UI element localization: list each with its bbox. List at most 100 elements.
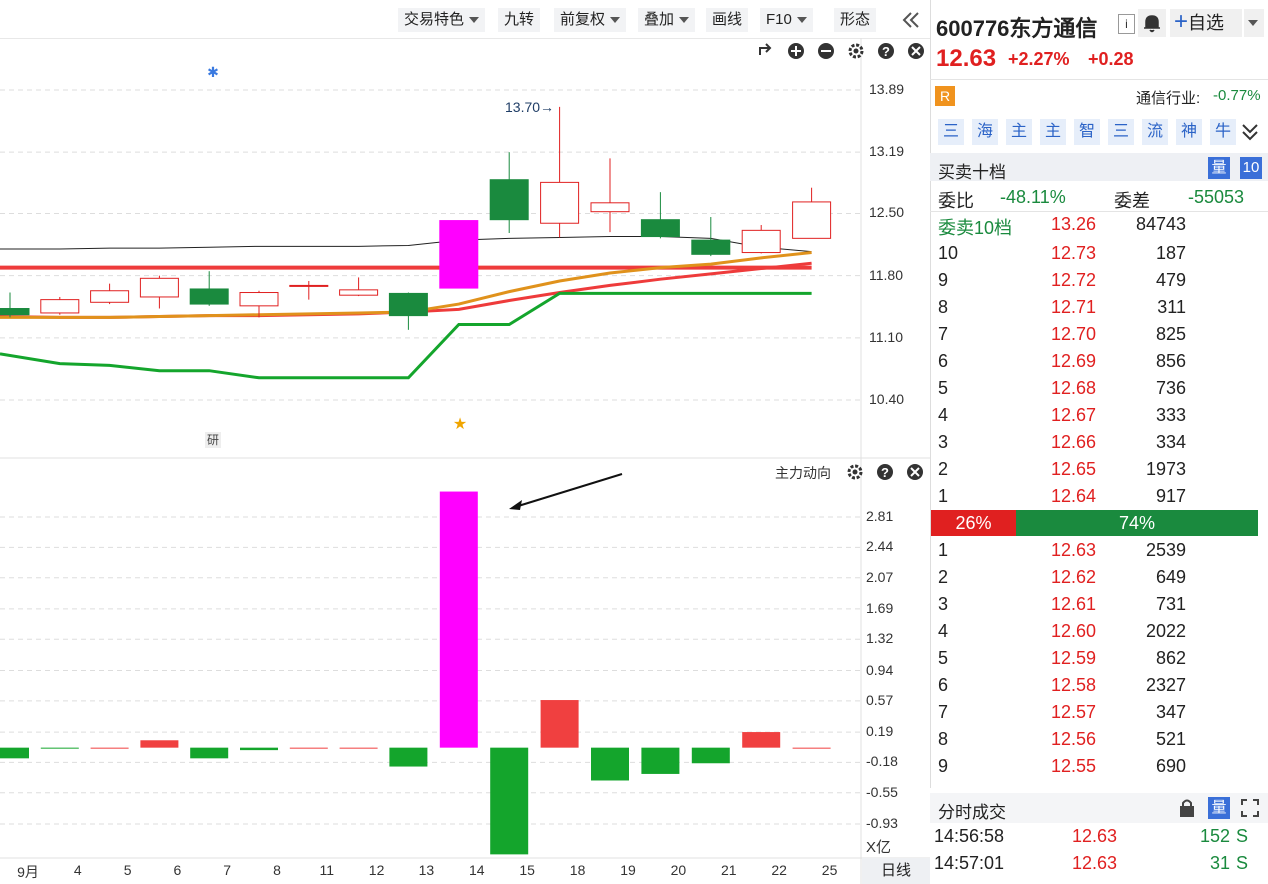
orderbook-px: 12.56	[1051, 729, 1097, 749]
bell-icon[interactable]	[1138, 9, 1166, 37]
x-tick-label: 25	[821, 862, 838, 878]
research-badge[interactable]: 研	[205, 432, 221, 448]
flow-bar	[490, 747, 529, 855]
orderbook-row[interactable]: 4 12.60 2022	[938, 618, 1258, 645]
flow-bar	[792, 747, 831, 749]
r-badge[interactable]: R	[935, 86, 955, 106]
feature-tab[interactable]: 主	[1006, 119, 1032, 145]
orderbook-px: 12.72	[1051, 270, 1097, 290]
feature-tab[interactable]: 三	[1108, 119, 1134, 145]
industry-label[interactable]: 通信行业:	[1136, 87, 1200, 108]
trades-title: 分时成交	[938, 803, 1006, 822]
x-tick-label: 5	[123, 862, 132, 878]
orderbook-lvl: 2	[938, 567, 949, 587]
feature-tab[interactable]: 神	[1176, 119, 1202, 145]
orderbook-row[interactable]: 5 12.68 736	[938, 375, 1258, 402]
trades-volume-button[interactable]: 量	[1208, 797, 1230, 819]
feature-tab[interactable]: 海	[972, 119, 998, 145]
candle-body	[0, 308, 30, 316]
sell10-label: 委卖10档	[938, 218, 1013, 238]
orderbook-row[interactable]: 6 12.58 2327	[938, 672, 1258, 699]
feature-tab[interactable]: 主	[1040, 119, 1066, 145]
toolbar-item-0[interactable]: 交易特色	[398, 8, 486, 32]
toolbar-item-6[interactable]: 形态	[834, 8, 877, 32]
price-tick-label: 10.40	[869, 391, 905, 407]
orderbook-vol: 187	[1155, 243, 1186, 263]
x-tick-label: 22	[771, 862, 787, 878]
orderbook-px: 12.60	[1051, 621, 1097, 641]
toolbar-item-4[interactable]: 画线	[706, 8, 749, 32]
orderbook-vol: 917	[1155, 486, 1186, 506]
orderbook-row[interactable]: 4 12.67 333	[938, 402, 1258, 429]
flow-tick-label: 0.19	[866, 723, 894, 740]
indicator-controls: ?	[845, 462, 927, 482]
ratio-value: -48.11%	[1000, 187, 1066, 207]
toolbar-item-2[interactable]: 前复权	[554, 8, 627, 32]
orderbook-row[interactable]: 8 12.71 311	[938, 294, 1258, 321]
price-tick-label: 11.10	[869, 328, 903, 345]
feature-tab[interactable]: 流	[1142, 119, 1168, 145]
flow-tick-label: -0.93	[866, 815, 898, 831]
orderbook-px: 12.71	[1051, 297, 1097, 317]
orderbook-row[interactable]: 5 12.59 862	[938, 645, 1258, 672]
divider	[930, 211, 1268, 212]
toolbar-item-5[interactable]: F10	[760, 8, 813, 32]
high-price-annotation: 13.70→	[505, 99, 555, 115]
orderbook-row[interactable]: 1 12.64 917	[938, 483, 1258, 510]
orderbook-vol: 862	[1155, 648, 1186, 668]
orderbook-row[interactable]: 3 12.61 731	[938, 591, 1258, 618]
x-tick-label: 4	[73, 862, 82, 878]
chevron-double-down-icon[interactable]	[1238, 120, 1262, 144]
svg-text:?: ?	[882, 44, 890, 59]
orderbook-lvl: 3	[938, 594, 949, 614]
orderbook-vol: 521	[1155, 729, 1186, 749]
period-button[interactable]: 日线	[862, 858, 930, 884]
orderbook-px: 12.61	[1051, 594, 1097, 614]
trade-side: S	[1236, 853, 1249, 873]
toolbar-item-1[interactable]: 九转	[498, 8, 541, 32]
add-watchlist-button[interactable]: +自选	[1170, 9, 1242, 37]
watchlist-dropdown[interactable]	[1244, 9, 1264, 37]
orderbook-row[interactable]: 7 12.57 347	[938, 699, 1258, 726]
x-tick-label: 21	[721, 862, 737, 878]
orderbook-vol: 311	[1157, 297, 1186, 317]
orderbook-row[interactable]: 7 12.70 825	[938, 321, 1258, 348]
x-tick-label: 20	[670, 862, 687, 878]
orderbook-row[interactable]: 10 12.73 187	[938, 240, 1258, 267]
orderbook-row[interactable]: 2 12.65 1973	[938, 456, 1258, 483]
flow-bar	[289, 747, 328, 749]
volume-toggle-button[interactable]: 量	[1208, 157, 1230, 179]
orderbook-lvl: 9	[938, 756, 949, 776]
orderbook-row[interactable]: 6 12.69 856	[938, 348, 1258, 375]
orderbook-row[interactable]: 2 12.62 649	[938, 564, 1258, 591]
diff-value: -55053	[1188, 187, 1245, 207]
orderbook-title: 买卖十档	[938, 163, 1006, 182]
depth-toggle-button[interactable]: 10	[1240, 157, 1262, 179]
feature-tab[interactable]: 智	[1074, 119, 1100, 145]
orderbook-px: 12.68	[1051, 378, 1097, 398]
trade-time: 14:57:01	[934, 853, 1005, 873]
close-icon	[908, 43, 924, 59]
orderbook-row[interactable]: 1 12.63 2539	[938, 537, 1258, 564]
orderbook-lvl: 2	[938, 459, 949, 479]
double-chevron-left-icon[interactable]	[900, 8, 922, 32]
orderbook-row[interactable]: 9 12.72 479	[938, 267, 1258, 294]
orderbook-row[interactable]: 8 12.56 521	[938, 726, 1258, 753]
toolbar-item-3[interactable]: 叠加	[638, 8, 696, 32]
feature-tab[interactable]: 三	[938, 119, 964, 145]
feature-tab[interactable]: 牛	[1210, 119, 1236, 145]
orderbook-lvl: 6	[938, 675, 949, 695]
zoom-in-icon	[788, 43, 804, 59]
kline-chart[interactable]: ★✱	[0, 38, 930, 884]
orderbook-px: 12.66	[1051, 432, 1097, 452]
orderbook-row[interactable]: 9 12.55 690	[938, 753, 1258, 780]
last-price: 12.63	[936, 45, 997, 72]
orderbook-vol: 479	[1155, 270, 1186, 290]
candle-body	[640, 219, 680, 238]
sell10-volume: 84743	[1135, 214, 1186, 234]
x-tick-label: 19	[620, 862, 636, 878]
expand-icon[interactable]	[1241, 799, 1259, 817]
info-icon[interactable]: i	[1118, 14, 1135, 34]
lock-icon[interactable]	[1178, 798, 1196, 818]
orderbook-row[interactable]: 3 12.66 334	[938, 429, 1258, 456]
